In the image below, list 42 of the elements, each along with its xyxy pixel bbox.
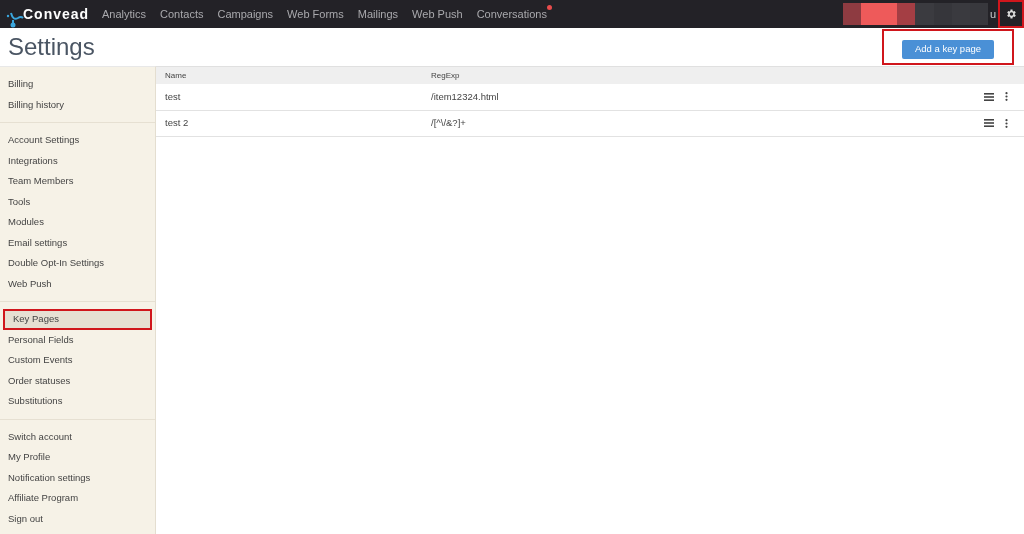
table-cell-text: test 2 — [164, 116, 190, 131]
sidebar-item[interactable]: Web Push — [0, 273, 155, 294]
sidebar-item[interactable]: Order statuses — [0, 370, 155, 391]
logo-text[interactable]: Convead — [23, 3, 90, 25]
sidebar-item[interactable]: Notification settings — [0, 467, 155, 488]
more-icon[interactable] — [1005, 92, 1008, 102]
sidebar-item[interactable]: Account Settings — [0, 130, 155, 151]
sidebar-item[interactable]: Double Opt-In Settings — [0, 253, 155, 274]
table-cell-text: test — [164, 89, 182, 104]
sidebar-item[interactable]: Integrations — [0, 150, 155, 171]
column-header: Name — [164, 69, 188, 82]
sidebar-item[interactable]: Custom Events — [0, 350, 155, 371]
nav-link[interactable]: Campaigns — [217, 5, 274, 23]
sidebar-item[interactable]: Billing history — [0, 94, 155, 115]
list-icon[interactable] — [984, 92, 994, 101]
list-icon[interactable] — [984, 119, 994, 128]
sidebar-item[interactable]: My Profile — [0, 447, 155, 468]
sidebar-item[interactable]: Substitutions — [0, 391, 155, 412]
table-cell-text: /item12324.html — [430, 89, 500, 104]
sidebar-item[interactable]: Switch account — [0, 426, 155, 447]
sidebar-item[interactable]: Billing — [0, 74, 155, 95]
column-header: RegExp — [430, 69, 461, 82]
settings-button[interactable] — [998, 0, 1024, 28]
sidebar-item[interactable]: Key Pages — [3, 309, 152, 330]
account-text: u — [989, 6, 996, 22]
sidebar-item[interactable]: Modules — [0, 212, 155, 233]
sidebar-item[interactable]: Email settings — [0, 232, 155, 253]
nav-link[interactable]: Web Forms — [287, 5, 344, 23]
sidebar-item[interactable]: Affiliate Program — [0, 488, 155, 509]
sidebar-item[interactable]: Personal Fields — [0, 329, 155, 350]
more-icon[interactable] — [1005, 118, 1008, 128]
nav-link[interactable]: Analytics — [102, 5, 147, 23]
settings-icon — [1005, 8, 1017, 20]
page-title: Settings — [8, 32, 95, 62]
nav-link[interactable]: Contacts — [160, 5, 204, 23]
sidebar-item[interactable]: Team Members — [0, 171, 155, 192]
nav-link[interactable]: Mailings — [357, 5, 399, 23]
sidebar-item[interactable]: Tools — [0, 191, 155, 212]
sidebar-item[interactable]: Sign out — [0, 508, 155, 529]
nav-link[interactable]: Web Push — [412, 5, 463, 23]
nav-link[interactable]: Conversations — [476, 5, 547, 23]
table-cell-text: /[^\/&?]+ — [430, 116, 467, 131]
